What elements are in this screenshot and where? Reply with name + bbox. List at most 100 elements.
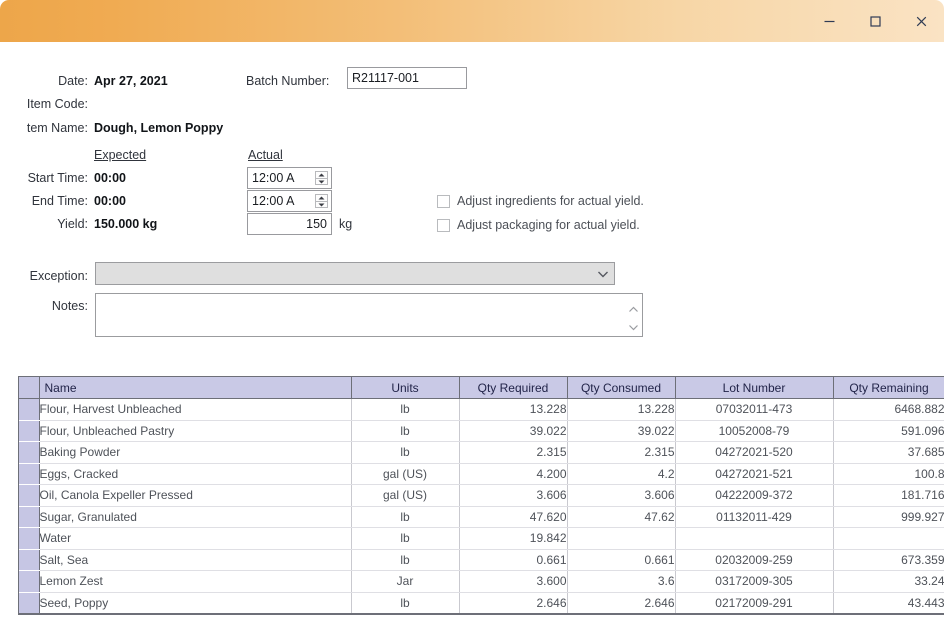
cell-lot-number[interactable]: 04272021-520 [675, 441, 834, 464]
row-selector-cell[interactable] [19, 420, 40, 442]
notes-textarea[interactable] [95, 293, 643, 337]
cell-name[interactable]: Sugar, Granulated [39, 506, 352, 528]
start-time-actual-stepper[interactable]: 12:00 A [247, 167, 332, 189]
start-time-actual-value[interactable]: 12:00 A [248, 168, 314, 188]
cell-qty-required[interactable]: 19.842 [459, 527, 568, 550]
start-time-spinner-buttons[interactable] [314, 168, 331, 188]
spinner-down-icon[interactable] [315, 201, 328, 208]
column-header-name[interactable]: Name [39, 377, 352, 399]
column-header-qty-consumed[interactable]: Qty Consumed [567, 377, 676, 399]
maximize-button[interactable] [852, 0, 898, 42]
cell-qty-required[interactable]: 3.600 [459, 570, 568, 593]
cell-qty-required[interactable]: 4.200 [459, 463, 568, 485]
ingredients-grid[interactable]: Name Units Qty Required Qty Consumed Lot… [18, 376, 944, 615]
yield-actual-input[interactable]: 150 [247, 213, 332, 235]
cell-qty-required[interactable]: 47.620 [459, 506, 568, 528]
cell-name[interactable]: Oil, Canola Expeller Pressed [39, 484, 352, 507]
cell-qty-consumed[interactable]: 3.606 [567, 484, 676, 507]
cell-lot-number[interactable]: 02032009-259 [675, 549, 834, 571]
adjust-packaging-checkbox-row[interactable]: Adjust packaging for actual yield. [437, 218, 640, 232]
table-row[interactable]: Oil, Canola Expeller Pressed gal (US) 3.60… [19, 484, 944, 507]
row-selector-cell[interactable] [19, 506, 40, 528]
table-row[interactable]: Eggs, Cracked gal (US) 4.200 4.2 04272021-52… [19, 463, 944, 485]
cell-qty-remaining[interactable]: 591.096 [833, 420, 944, 442]
column-header-qty-remaining[interactable]: Qty Remaining [833, 377, 944, 399]
column-header-units[interactable]: Units [351, 377, 460, 399]
row-selector-cell[interactable] [19, 527, 40, 550]
cell-units[interactable]: lb [351, 527, 460, 550]
cell-lot-number[interactable]: 04272021-521 [675, 463, 834, 485]
adjust-ingredients-checkbox-row[interactable]: Adjust ingredients for actual yield. [437, 194, 644, 208]
cell-qty-consumed[interactable]: 2.315 [567, 441, 676, 464]
adjust-packaging-checkbox[interactable] [437, 218, 450, 232]
cell-qty-consumed[interactable]: 13.228 [567, 398, 676, 421]
cell-qty-required[interactable]: 0.661 [459, 549, 568, 571]
end-time-actual-stepper[interactable]: 12:00 A [247, 190, 332, 212]
cell-name[interactable]: Eggs, Cracked [39, 463, 352, 485]
cell-qty-remaining[interactable]: 37.685 [833, 441, 944, 464]
cell-qty-consumed[interactable]: 0.661 [567, 549, 676, 571]
cell-units[interactable]: gal (US) [351, 484, 460, 507]
exception-dropdown[interactable] [95, 262, 615, 285]
cell-qty-required[interactable]: 39.022 [459, 420, 568, 442]
row-selector-cell[interactable] [19, 441, 40, 464]
row-selector-cell[interactable] [19, 398, 40, 421]
table-row[interactable]: Baking Powder lb 2.315 2.315 04272021-520 37.… [19, 441, 944, 464]
batch-number-input[interactable]: R21117-001 [347, 67, 467, 89]
cell-lot-number[interactable]: 01132011-429 [675, 506, 834, 528]
adjust-ingredients-checkbox[interactable] [437, 194, 450, 208]
minimize-button[interactable] [806, 0, 852, 42]
end-time-spinner-buttons[interactable] [314, 191, 331, 211]
chevron-down-icon[interactable] [592, 270, 614, 278]
cell-lot-number[interactable] [675, 527, 834, 550]
cell-qty-remaining[interactable]: 6468.882 [833, 398, 944, 421]
cell-qty-consumed[interactable] [567, 527, 676, 550]
cell-units[interactable]: lb [351, 549, 460, 571]
spinner-up-icon[interactable] [315, 194, 328, 201]
cell-units[interactable]: lb [351, 592, 460, 614]
cell-qty-remaining[interactable]: 33.24 [833, 570, 944, 593]
table-row[interactable]: Lemon Zest Jar 3.600 3.6 03172009-305 33.24 [19, 570, 944, 593]
row-selector-cell[interactable] [19, 484, 40, 507]
close-icon[interactable] [898, 0, 944, 42]
cell-lot-number[interactable]: 04222009-372 [675, 484, 834, 507]
cell-units[interactable]: lb [351, 398, 460, 421]
cell-qty-consumed[interactable]: 47.62 [567, 506, 676, 528]
cell-qty-required[interactable]: 2.315 [459, 441, 568, 464]
cell-units[interactable]: lb [351, 420, 460, 442]
cell-units[interactable]: Jar [351, 570, 460, 593]
cell-units[interactable]: lb [351, 441, 460, 464]
cell-qty-remaining[interactable]: 43.443 [833, 592, 944, 614]
scroll-up-icon[interactable] [628, 300, 639, 318]
cell-qty-remaining[interactable]: 100.8 [833, 463, 944, 485]
cell-name[interactable]: Lemon Zest [39, 570, 352, 593]
cell-qty-consumed[interactable]: 3.6 [567, 570, 676, 593]
cell-qty-required[interactable]: 2.646 [459, 592, 568, 614]
cell-qty-consumed[interactable]: 39.022 [567, 420, 676, 442]
row-selector-cell[interactable] [19, 570, 40, 593]
cell-name[interactable]: Seed, Poppy [39, 592, 352, 614]
end-time-actual-value[interactable]: 12:00 A [248, 191, 314, 211]
table-row[interactable]: Flour, Unbleached Pastry lb 39.022 39.022 10… [19, 420, 944, 442]
cell-qty-consumed[interactable]: 2.646 [567, 592, 676, 614]
spinner-up-icon[interactable] [315, 171, 328, 178]
row-selector-cell[interactable] [19, 592, 40, 614]
cell-units[interactable]: gal (US) [351, 463, 460, 485]
table-row[interactable]: Flour, Harvest Unbleached lb 13.228 13.228 0… [19, 398, 944, 421]
table-row[interactable]: Sugar, Granulated lb 47.620 47.62 01132011-4… [19, 506, 944, 528]
cell-qty-required[interactable]: 3.606 [459, 484, 568, 507]
cell-qty-remaining[interactable]: 181.716 [833, 484, 944, 507]
cell-name[interactable]: Baking Powder [39, 441, 352, 464]
cell-qty-consumed[interactable]: 4.2 [567, 463, 676, 485]
row-selector-cell[interactable] [19, 463, 40, 485]
notes-scroll-arrows[interactable] [624, 294, 642, 336]
table-row[interactable]: Water lb 19.842 [19, 527, 944, 550]
spinner-down-icon[interactable] [315, 178, 328, 185]
cell-qty-required[interactable]: 13.228 [459, 398, 568, 421]
table-row[interactable]: Seed, Poppy lb 2.646 2.646 02172009-291 43.44… [19, 592, 944, 614]
cell-lot-number[interactable]: 10052008-79 [675, 420, 834, 442]
table-row[interactable]: Salt, Sea lb 0.661 0.661 02032009-259 673.359 [19, 549, 944, 571]
cell-qty-remaining[interactable]: 999.927 [833, 506, 944, 528]
scroll-down-icon[interactable] [628, 318, 639, 336]
cell-qty-remaining[interactable]: 673.359 [833, 549, 944, 571]
